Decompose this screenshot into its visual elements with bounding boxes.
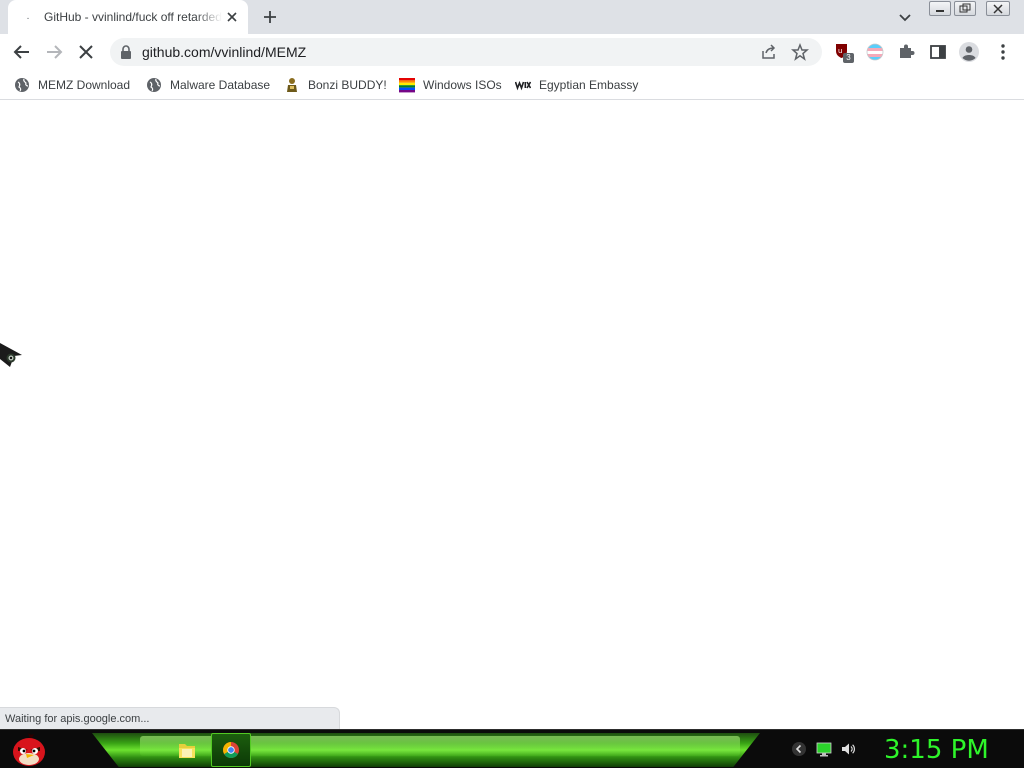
browser-tab[interactable]: . GitHub - vvinlind/fuck off retarded: [8, 0, 248, 34]
start-button[interactable]: [8, 730, 50, 769]
ublock-icon[interactable]: u 3: [833, 41, 855, 63]
bookmark-label: Bonzi BUDDY!: [308, 78, 387, 92]
tab-title: GitHub - vvinlind/fuck off retarded: [44, 10, 222, 24]
bookmark-label: Malware Database: [170, 78, 271, 92]
status-bubble: Waiting for apis.google.com...: [0, 707, 340, 729]
taskbar-clock[interactable]: 3:15 PM: [884, 733, 989, 767]
bookmark-label: MEMZ Download: [38, 78, 131, 92]
new-tab-button[interactable]: [260, 7, 280, 27]
monitor-icon[interactable]: [816, 741, 832, 757]
globe-icon: [15, 78, 29, 92]
bookmark-malware-database[interactable]: Malware Database: [146, 76, 270, 94]
url-text: github.com/vvinlind/MEMZ: [142, 44, 307, 60]
bookmark-label: Egyptian Embassy: [539, 78, 639, 92]
kebab-menu-icon[interactable]: [992, 41, 1014, 63]
puzzle-icon[interactable]: [895, 41, 917, 63]
bookmark-star-icon[interactable]: [791, 43, 809, 61]
bonzi-icon: [287, 78, 297, 92]
expand-icon[interactable]: [791, 741, 807, 757]
bookmark-memz-download[interactable]: MEMZ Download: [14, 76, 130, 94]
rainbow-flag-icon: [399, 78, 415, 93]
profile-icon[interactable]: [958, 41, 980, 63]
ublock-badge: 3: [843, 53, 854, 63]
minimize-button[interactable]: [929, 1, 951, 16]
close-icon[interactable]: [224, 9, 240, 25]
taskbar-app-explorer[interactable]: [167, 733, 207, 767]
taskbar: 3:15 PM: [0, 729, 1024, 768]
lock-icon[interactable]: [120, 45, 132, 59]
folder-icon: [179, 744, 195, 758]
window-close-button[interactable]: [986, 1, 1010, 16]
bookmark-windows-isos[interactable]: Windows ISOs: [399, 76, 502, 94]
side-panel-icon[interactable]: [927, 41, 949, 63]
tab-strip: . GitHub - vvinlind/fuck off retarded: [0, 0, 1024, 34]
status-text: Waiting for apis.google.com...: [5, 713, 150, 725]
stop-button[interactable]: [74, 40, 98, 64]
trans-flag-icon[interactable]: [864, 41, 886, 63]
chevron-down-icon[interactable]: [896, 8, 914, 26]
bookmark-egyptian-embassy[interactable]: Egyptian Embassy: [515, 76, 638, 94]
forward-button[interactable]: [42, 40, 66, 64]
volume-icon[interactable]: [840, 741, 856, 757]
bookmark-bonzi-buddy[interactable]: Bonzi BUDDY!: [284, 76, 387, 94]
share-icon[interactable]: [760, 43, 778, 61]
wix-icon: [515, 80, 531, 91]
cursor-icon: [0, 343, 22, 367]
tab-favicon: .: [26, 11, 30, 22]
browser-toolbar: github.com/vvinlind/MEMZ u 3: [0, 34, 1024, 70]
back-button[interactable]: [10, 40, 34, 64]
bookmarks-bar: MEMZ Download Malware Database Bonzi BUD…: [0, 70, 1024, 100]
taskbar-app-chrome[interactable]: [211, 733, 251, 767]
page-content[interactable]: [0, 101, 1024, 729]
chrome-icon: [223, 742, 239, 759]
address-bar[interactable]: github.com/vvinlind/MEMZ: [110, 38, 822, 66]
svg-text:u: u: [838, 47, 842, 55]
bookmark-label: Windows ISOs: [423, 78, 502, 92]
globe-icon: [147, 78, 161, 92]
restore-button[interactable]: [954, 1, 976, 16]
